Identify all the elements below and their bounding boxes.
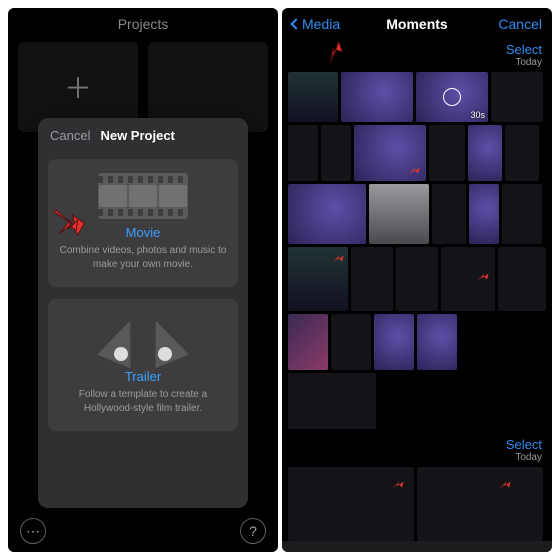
media-thumb[interactable] — [288, 72, 338, 122]
nav-bar: Media Moments Cancel — [282, 8, 552, 40]
cancel-button[interactable]: Cancel — [498, 16, 542, 32]
create-movie-bar[interactable]: Create Movie 0 items · 0 min — [282, 541, 552, 552]
media-thumb[interactable] — [396, 247, 438, 311]
media-thumb[interactable] — [432, 184, 466, 244]
media-thumb[interactable] — [417, 314, 457, 370]
filmstrip-icon — [98, 173, 188, 219]
chevron-left-icon — [290, 18, 301, 29]
section-date: Today — [515, 57, 542, 68]
play-ring-icon — [443, 88, 461, 106]
media-thumb[interactable] — [321, 125, 351, 181]
media-thumb[interactable] — [429, 125, 465, 181]
sheet-title: New Project — [100, 128, 174, 143]
annotation-arrow — [497, 475, 513, 491]
media-thumb[interactable] — [441, 247, 495, 311]
video-duration: 30s — [470, 110, 485, 120]
media-thumb[interactable] — [331, 314, 371, 370]
annotation-arrow — [49, 200, 88, 239]
bottom-toolbar: ⋯ ? — [8, 518, 278, 544]
select-button[interactable]: Select — [506, 42, 542, 57]
spotlight-icon — [108, 313, 178, 363]
media-thumb[interactable] — [341, 72, 413, 122]
media-thumb[interactable] — [351, 247, 393, 311]
sheet-header: Cancel New Project — [38, 118, 248, 153]
media-thumb[interactable] — [498, 247, 546, 311]
media-thumb[interactable] — [469, 184, 499, 244]
new-project-sheet: Cancel New Project Movie Combine videos,… — [38, 118, 248, 508]
section-date: Today — [515, 452, 542, 463]
create-movie-button[interactable]: Create Movie — [282, 551, 552, 552]
select-button[interactable]: Select — [506, 437, 542, 452]
media-thumb[interactable] — [354, 125, 426, 181]
media-thumb[interactable] — [288, 247, 348, 311]
media-grid: 30s — [282, 72, 552, 122]
annotation-arrow — [390, 475, 406, 491]
projects-title: Projects — [8, 8, 278, 38]
more-button[interactable]: ⋯ — [20, 518, 46, 544]
media-grid — [282, 314, 552, 429]
media-thumb[interactable] — [288, 125, 318, 181]
media-picker-screen: Media Moments Cancel Select Today 30s — [282, 8, 552, 552]
media-thumb[interactable] — [288, 184, 366, 244]
trailer-option-title: Trailer — [58, 369, 228, 384]
movie-option-desc: Combine videos, photos and music to make… — [58, 244, 228, 271]
media-thumb[interactable]: 30s — [416, 72, 488, 122]
media-thumb[interactable] — [369, 184, 429, 244]
imovie-projects-screen: Projects ＋ Cancel New Project Movie Comb… — [8, 8, 278, 552]
media-thumb[interactable] — [417, 467, 543, 541]
media-thumb[interactable] — [288, 373, 376, 429]
plus-icon: ＋ — [64, 67, 92, 107]
media-thumb[interactable] — [288, 314, 328, 370]
media-thumb[interactable] — [288, 467, 414, 541]
media-thumb[interactable] — [491, 72, 543, 122]
media-thumb[interactable] — [502, 184, 542, 244]
media-grid — [282, 467, 552, 541]
sheet-cancel-button[interactable]: Cancel — [50, 128, 90, 143]
trailer-option[interactable]: Trailer Follow a template to create a Ho… — [48, 299, 238, 431]
section-header: Select Today — [282, 435, 552, 467]
media-thumb[interactable] — [468, 125, 502, 181]
media-grid — [282, 247, 552, 311]
annotation-arrow — [475, 267, 491, 283]
media-thumb[interactable] — [374, 314, 414, 370]
annotation-arrow — [406, 161, 422, 177]
annotation-arrow — [330, 249, 346, 265]
media-grid — [282, 184, 552, 244]
help-button[interactable]: ? — [240, 518, 266, 544]
media-thumb[interactable] — [505, 125, 539, 181]
media-grid — [282, 125, 552, 181]
trailer-option-desc: Follow a template to create a Hollywood-… — [58, 388, 228, 415]
